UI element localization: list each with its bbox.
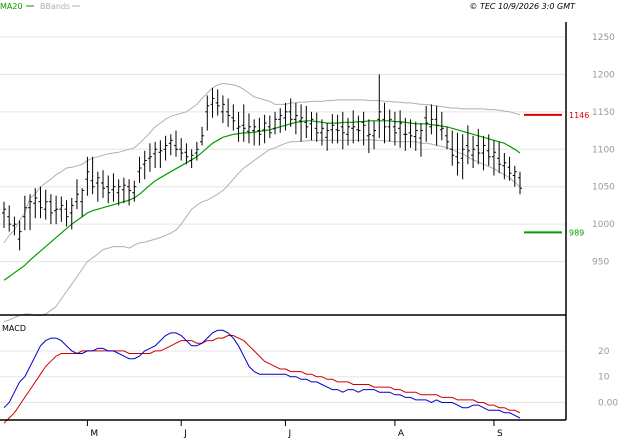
price-y-tick-label: 1150 xyxy=(592,108,615,118)
price-y-tick-label: 950 xyxy=(592,258,609,268)
price-y-tick-label: 1050 xyxy=(592,183,615,193)
stock-chart: 1146 989 950 1000 1050 1100 1150 1200 1250 20 10… xyxy=(0,0,627,440)
macd-y-tick-label: 0.00 xyxy=(598,399,618,409)
copyright-text: © TEC 10/9/2026 3:0 GMT xyxy=(469,2,576,11)
legend-ma20: MA20 xyxy=(0,2,23,11)
macd-title: MACD xyxy=(2,324,26,333)
x-tick-label: J xyxy=(183,429,187,439)
resistance-level-label: 1146 xyxy=(569,111,589,120)
price-y-tick-label: 1000 xyxy=(592,220,615,230)
price-y-tick-label: 1100 xyxy=(592,145,615,155)
price-plot-area xyxy=(0,22,566,314)
x-tick-label: J xyxy=(287,429,291,439)
macd-y-tick-label: 20 xyxy=(598,347,610,357)
price-y-tick-label: 1250 xyxy=(592,33,615,43)
macd-y-tick-label: 10 xyxy=(598,373,610,383)
price-y-tick-label: 1200 xyxy=(592,70,615,80)
price-panel: 1146 989 950 1000 1050 1100 1150 1200 1250 xyxy=(0,22,615,322)
x-tick-label: M xyxy=(90,429,98,439)
legend-bbands: BBands xyxy=(40,2,70,11)
x-tick-label: S xyxy=(497,429,503,439)
x-tick-label: A xyxy=(398,429,405,439)
support-level-label: 989 xyxy=(569,228,584,237)
